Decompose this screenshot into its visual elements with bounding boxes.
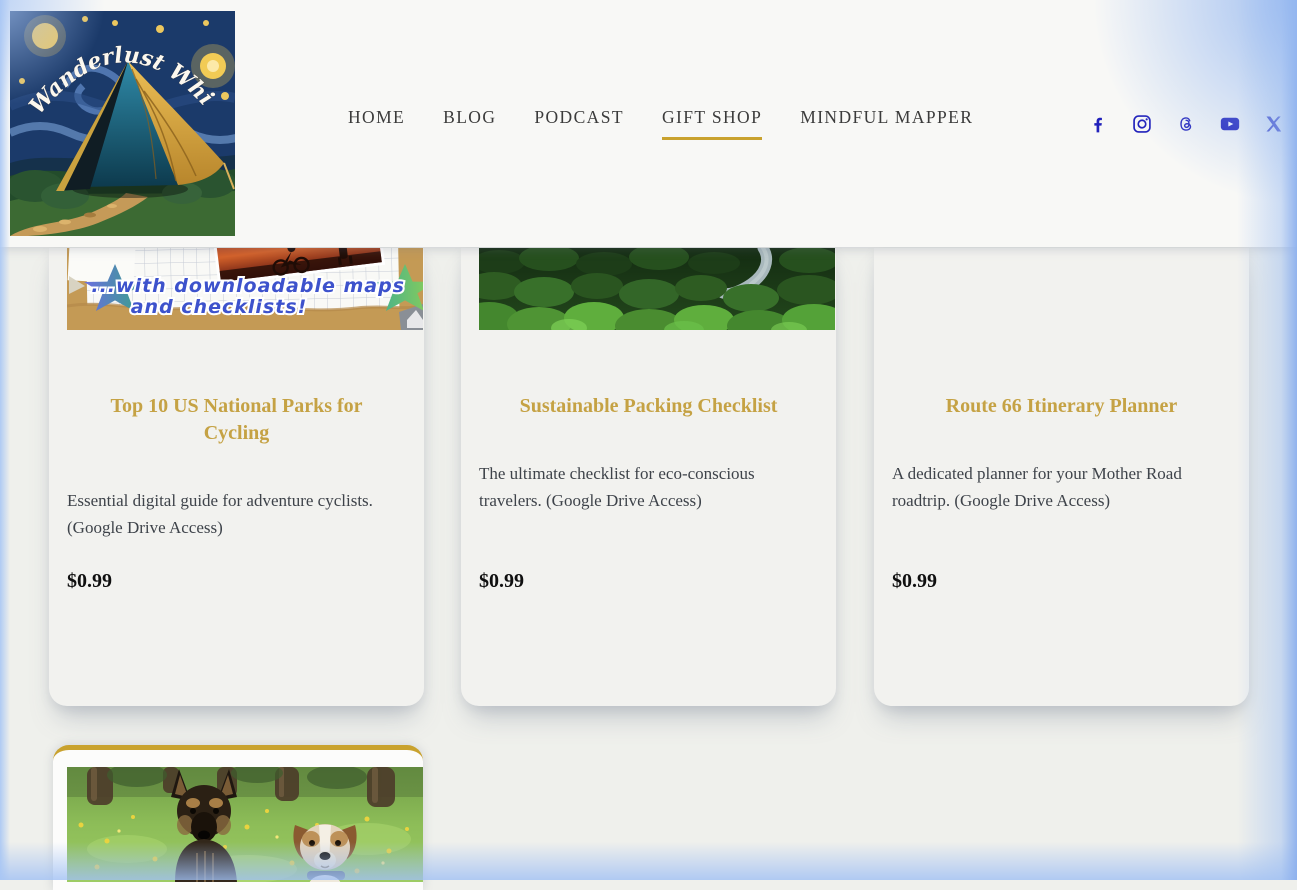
threads-icon[interactable] bbox=[1176, 114, 1196, 134]
instagram-icon[interactable] bbox=[1132, 114, 1152, 134]
product-image-two-dogs-park bbox=[67, 767, 423, 882]
product-price: $0.99 bbox=[892, 570, 937, 593]
collage-caption-line2: and checklists! bbox=[131, 296, 308, 318]
social-links bbox=[1088, 114, 1284, 134]
site-logo[interactable]: Wanderlust Whispers bbox=[10, 11, 235, 236]
collage-caption-line1: ...with downloadable maps bbox=[91, 275, 405, 297]
product-description: A dedicated planner for your Mother Road… bbox=[874, 460, 1249, 514]
product-card-featured-dogs[interactable] bbox=[53, 745, 423, 890]
product-description: Essential digital guide for adventure cy… bbox=[49, 487, 424, 541]
main-nav: HOME BLOG PODCAST GIFT SHOP MINDFUL MAPP… bbox=[348, 107, 973, 140]
product-title: Sustainable Packing Checklist bbox=[461, 393, 836, 420]
product-title: Route 66 Itinerary Planner bbox=[874, 393, 1249, 420]
youtube-icon[interactable] bbox=[1220, 114, 1240, 134]
product-card-packing-checklist[interactable]: Sustainable Packing Checklist The ultima… bbox=[461, 248, 836, 706]
product-image-placeholder bbox=[892, 248, 1248, 330]
nav-item-blog[interactable]: BLOG bbox=[443, 107, 496, 140]
product-price: $0.99 bbox=[479, 570, 524, 593]
product-price: $0.99 bbox=[67, 570, 112, 593]
site-header: Wanderlust Whispers HOME BLOG PODCAST GI… bbox=[0, 0, 1297, 247]
product-image-forest-canopy bbox=[479, 248, 835, 330]
product-card-cycling-guide[interactable]: ...with downloadable maps and checklists… bbox=[49, 248, 424, 706]
facebook-icon[interactable] bbox=[1088, 114, 1108, 134]
product-image-cycling-collage: ...with downloadable maps and checklists… bbox=[67, 248, 423, 330]
nav-item-podcast[interactable]: PODCAST bbox=[534, 107, 624, 140]
product-title: Top 10 US National Parks for Cycling bbox=[49, 393, 424, 447]
product-card-route-66-planner[interactable]: Route 66 Itinerary Planner A dedicated p… bbox=[874, 248, 1249, 706]
logo-tent-painting: Wanderlust Whispers bbox=[10, 11, 235, 236]
product-description: The ultimate checklist for eco-conscious… bbox=[461, 460, 836, 514]
nav-item-mindful-mapper[interactable]: MINDFUL MAPPER bbox=[800, 107, 973, 140]
x-icon[interactable] bbox=[1264, 114, 1284, 134]
nav-item-home[interactable]: HOME bbox=[348, 107, 405, 140]
nav-item-gift-shop[interactable]: GIFT SHOP bbox=[662, 107, 762, 140]
